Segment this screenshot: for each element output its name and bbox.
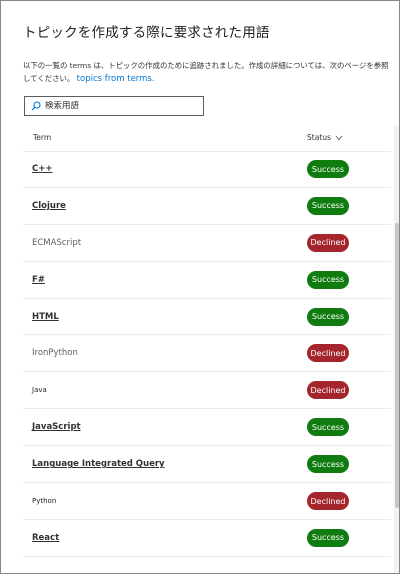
term-link[interactable]: React [32, 533, 59, 543]
table-row: Python Declined [23, 483, 391, 520]
column-header-status[interactable]: Status [307, 133, 343, 142]
topics-from-terms-link[interactable]: topics from terms. [77, 74, 155, 84]
table-row: JavaScript Success [23, 409, 391, 447]
term-link[interactable]: C++ [32, 164, 52, 174]
chevron-down-icon [335, 135, 343, 140]
term-link[interactable]: Clojure [32, 201, 66, 211]
status-badge: Declined [307, 233, 349, 252]
column-header-term[interactable]: Term [33, 133, 51, 142]
search-input[interactable] [45, 101, 185, 111]
table-row: HTML Success [23, 299, 391, 336]
search-box[interactable] [24, 96, 204, 116]
table-header: Term Status [23, 125, 391, 152]
table-row: ECMAScript Declined [23, 225, 391, 262]
table-row: Language Integrated Query Success [23, 446, 391, 484]
panel-title: トピックを作成する際に要求された用語 [23, 25, 270, 41]
status-badge: Success [307, 196, 349, 215]
status-badge: Success [307, 270, 349, 289]
status-badge: Declined [307, 381, 349, 400]
status-badge: Declined [307, 344, 349, 363]
term-link[interactable]: F# [32, 275, 45, 285]
status-badge: Success [307, 418, 349, 437]
terms-panel: トピックを作成する際に要求された用語 以下の一覧の terms は、トピックの作… [0, 0, 400, 574]
table-row: React Success [23, 520, 391, 557]
table-row: Java Declined [23, 372, 391, 410]
term-link[interactable]: JavaScript [32, 422, 81, 432]
status-badge: Success [307, 455, 349, 474]
table-row: F# Success [23, 262, 391, 299]
term-text: Python [32, 497, 57, 506]
term-link[interactable]: HTML [32, 312, 59, 322]
status-badge: Success [307, 307, 349, 326]
term-link[interactable]: Language Integrated Query [32, 459, 165, 469]
table-row: C++ Success [23, 151, 391, 188]
term-text: ECMAScript [32, 237, 82, 248]
table-row: Clojure Success [23, 188, 391, 225]
status-badge: Declined [307, 492, 349, 511]
term-text: Java [32, 386, 47, 395]
terms-table-body: C++ Success Clojure Success ECMAScript Declin… [23, 151, 391, 557]
column-header-status-label: Status [307, 133, 331, 142]
term-text: IronPython [32, 348, 78, 359]
scrollbar-thumb[interactable] [395, 223, 399, 508]
status-badge: Success [307, 528, 349, 547]
search-icon [31, 101, 41, 111]
panel-description: 以下の一覧の terms は、トピックの作成のために追跡されました。作成の詳細に… [23, 59, 391, 86]
status-badge: Success [307, 160, 349, 178]
table-row: IronPython Declined [23, 335, 391, 373]
